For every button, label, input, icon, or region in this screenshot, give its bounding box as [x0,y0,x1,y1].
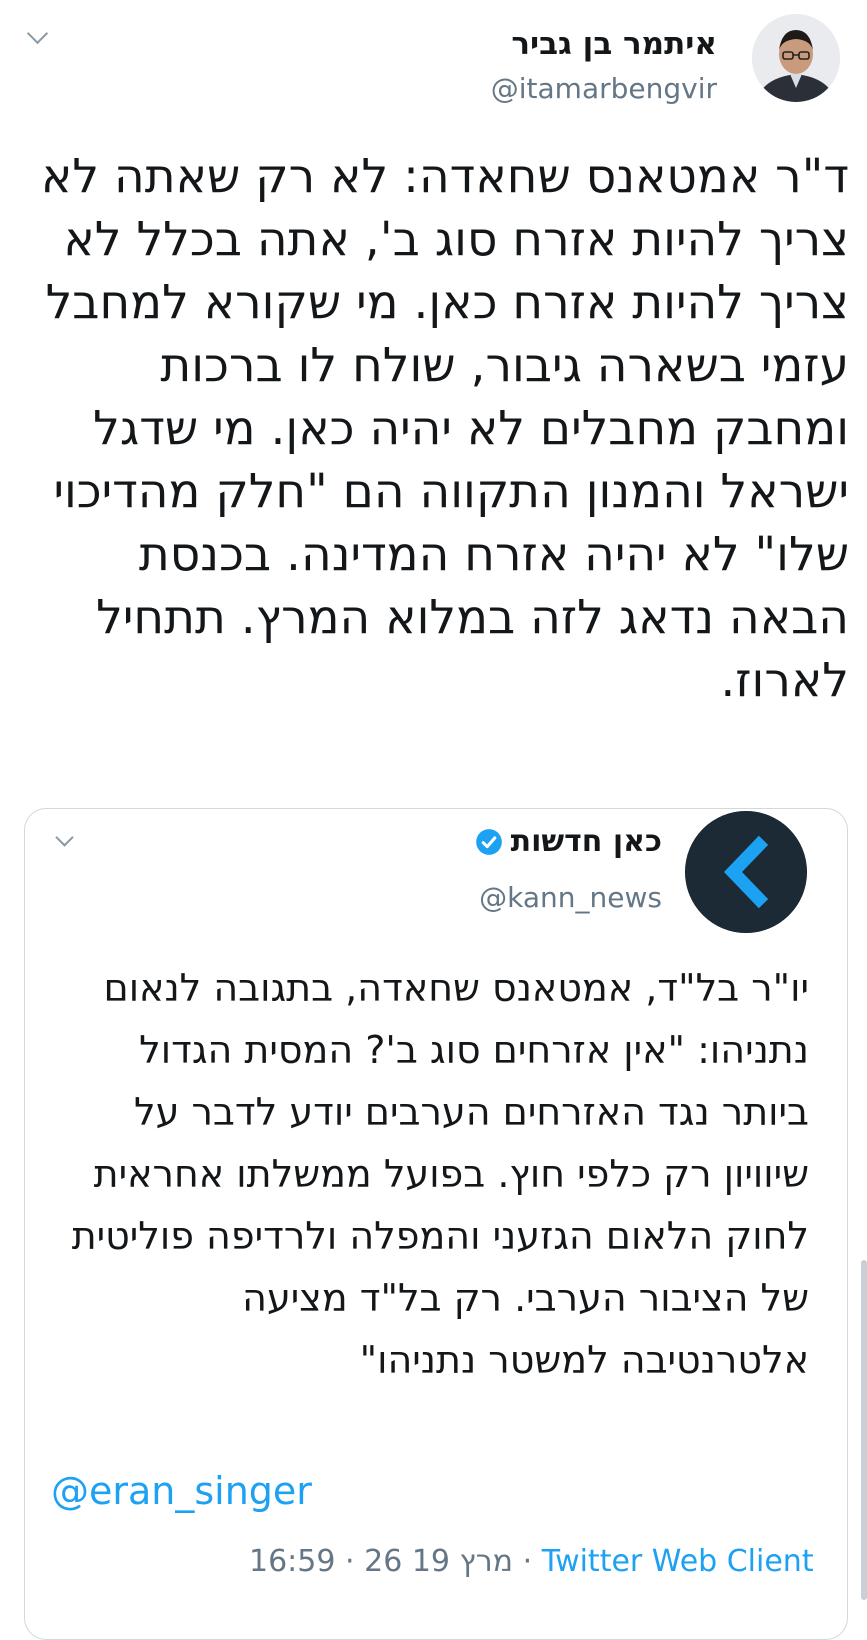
tweet-client-link[interactable]: Twitter Web Client [542,1544,814,1579]
chevron-down-icon[interactable] [26,22,49,45]
tweet-time: 16:59 [249,1544,336,1579]
quoted-author-name[interactable]: כאן חדשות [475,824,662,859]
meta-separator: · [522,1544,533,1579]
verified-badge-icon [475,828,502,855]
tweet-metadata: 16:59 · 26 מרץ 19 · Twitter Web Client [249,1544,814,1579]
scrollbar[interactable] [861,1260,867,1600]
kann-logo-icon[interactable] [685,811,807,933]
author-handle[interactable]: @itamarbengvir [491,72,717,105]
chevron-down-icon[interactable] [55,828,74,847]
avatar-portrait [752,14,840,102]
tweet-date: 26 מרץ 19 [364,1544,514,1579]
tweet-text: ד"ר אמטאנס שחאדה: לא רק שאתה לא צריך להי… [40,149,849,708]
quoted-author-handle[interactable]: @kann_news [479,881,662,914]
meta-separator: · [345,1544,355,1579]
author-name[interactable]: איתמר בן גביר [511,26,717,62]
avatar[interactable] [752,14,840,102]
quoted-tweet-text: יו"ר בל"ד, אמטאנס שחאדה, בתגובה לנאום נת… [71,966,809,1382]
quoted-author-name-text: כאן חדשות [510,824,662,859]
mention-link[interactable]: @eran_singer [51,1469,312,1513]
quoted-tweet-card[interactable]: כאן חדשות @kann_news יו"ר בל"ד, אמטאנס ש… [24,808,848,1640]
kann-logo-graphic [685,811,807,933]
